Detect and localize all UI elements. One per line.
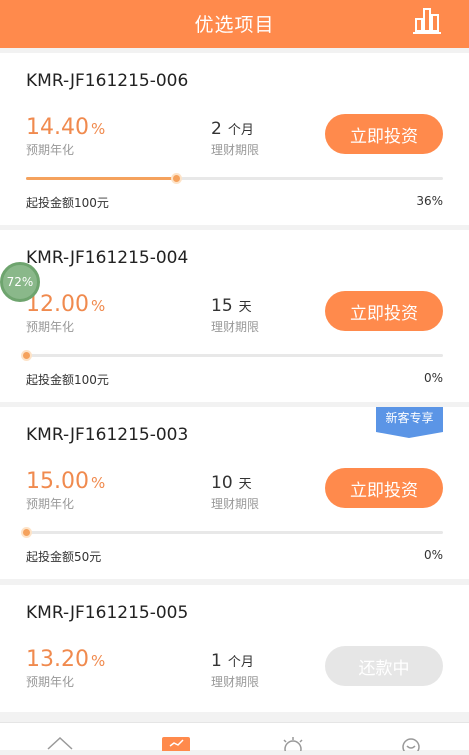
project-card[interactable]: KMR-JF161215-006 14.40% 预期年化 2 个月 理财期限 立即…: [0, 53, 469, 225]
project-name: KMR-JF161215-005: [26, 603, 189, 623]
new-user-badge: 新客专享: [376, 407, 443, 438]
min-amount: 起投金额50元: [26, 550, 102, 564]
bar-chart-icon[interactable]: [411, 5, 443, 37]
progress-percent: 0%: [423, 371, 443, 385]
term-label: 理财期限: [211, 320, 260, 334]
floating-progress-badge[interactable]: 72%: [0, 262, 40, 302]
progress-fill: [26, 177, 177, 180]
rate-label: 预期年化: [26, 320, 75, 334]
term-value: 10 天: [211, 473, 252, 493]
annual-rate: 13.20%: [26, 647, 106, 672]
project-name: KMR-JF161215-004: [26, 248, 189, 268]
project-name: KMR-JF161215-006: [26, 71, 189, 91]
term-value: 15 天: [211, 296, 252, 316]
project-card[interactable]: KMR-JF161215-005 13.20% 预期年化 1 个月 理财期限 还款…: [0, 585, 469, 712]
term-value: 1 个月: [211, 651, 254, 671]
home-icon[interactable]: [45, 735, 75, 751]
invest-icon[interactable]: [161, 735, 191, 753]
term-label: 理财期限: [211, 143, 260, 157]
repaying-button: 还款中: [325, 646, 443, 686]
progress-percent: 36%: [416, 194, 443, 208]
rate-label: 预期年化: [26, 143, 75, 157]
invest-button[interactable]: 立即投资: [325, 114, 443, 154]
project-card[interactable]: KMR-JF161215-004 12.00% 预期年化 15 天 理财期限 立即…: [0, 230, 469, 402]
account-icon[interactable]: [396, 735, 426, 755]
min-amount: 起投金额100元: [26, 373, 109, 387]
invest-button[interactable]: 立即投资: [325, 291, 443, 331]
tab-bar: [0, 722, 469, 755]
project-name: KMR-JF161215-003: [26, 425, 189, 445]
invest-button[interactable]: 立即投资: [325, 468, 443, 508]
progress-knob: [21, 527, 32, 538]
min-amount: 起投金额100元: [26, 196, 109, 210]
annual-rate: 15.00%: [26, 469, 106, 494]
term-value: 2 个月: [211, 119, 254, 139]
rate-label: 预期年化: [26, 497, 75, 511]
page-title: 优选项目: [194, 14, 275, 36]
progress-bar: [26, 173, 443, 184]
annual-rate: 14.40%: [26, 115, 106, 140]
progress-percent: 0%: [423, 548, 443, 562]
term-label: 理财期限: [211, 497, 260, 511]
project-card[interactable]: 新客专享 KMR-JF161215-003 15.00% 预期年化 10 天 理财…: [0, 407, 469, 579]
progress-bar: [21, 350, 443, 361]
progress-knob: [171, 173, 183, 184]
annual-rate: 12.00%: [26, 292, 106, 317]
term-label: 理财期限: [211, 675, 260, 689]
rate-label: 预期年化: [26, 675, 75, 689]
discover-icon[interactable]: [278, 735, 308, 755]
header-bar: 优选项目: [0, 0, 469, 48]
progress-bar: [21, 527, 443, 538]
progress-knob: [21, 350, 32, 361]
